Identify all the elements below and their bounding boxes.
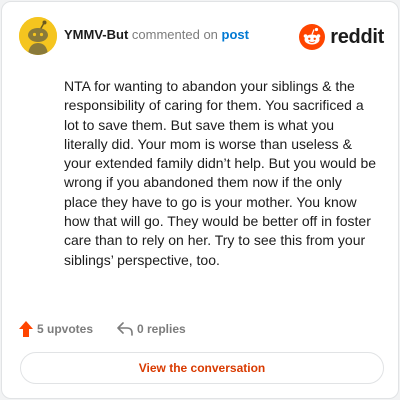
view-conversation-button[interactable]: View the conversation: [20, 352, 384, 384]
reddit-logo[interactable]: reddit: [299, 21, 384, 53]
reddit-wordmark: reddit: [330, 25, 384, 48]
replies-count: 0 replies: [137, 322, 186, 336]
username-link[interactable]: YMMV-But: [64, 27, 128, 42]
upvotes-count: 5 upvotes: [37, 322, 94, 336]
upvotes-stat[interactable]: 5 upvotes: [19, 319, 93, 339]
comment-header: YMMV-But commented on post reddit: [19, 17, 384, 57]
comment-footer: 5 upvotes 0 replies: [19, 319, 378, 339]
avatar[interactable]: [19, 17, 57, 55]
comment-card: YMMV-But commented on post reddit NTA fo…: [1, 1, 399, 399]
reddit-snoo-icon: [299, 24, 326, 50]
reply-arrow-icon: [117, 322, 133, 336]
upvote-arrow-icon: [19, 321, 33, 337]
snoo-avatar-icon: [19, 17, 57, 55]
comment-body: NTA for wanting to abandon your siblings…: [64, 78, 377, 268]
comment-byline: YMMV-But commented on post: [64, 27, 249, 42]
replies-stat[interactable]: 0 replies: [117, 319, 186, 339]
comment-action-text: commented on: [131, 27, 218, 42]
post-link[interactable]: post: [222, 27, 249, 42]
